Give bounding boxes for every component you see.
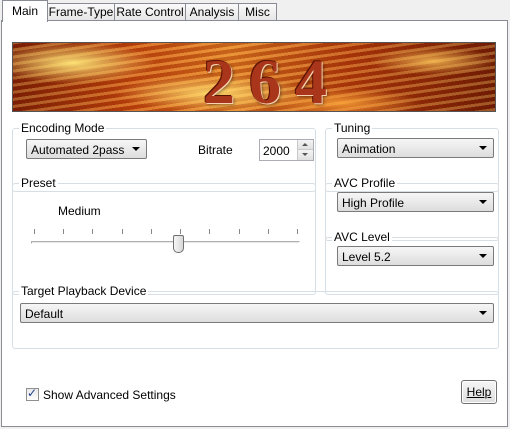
chevron-down-icon (132, 147, 140, 151)
encoding-mode-value: Automated 2pass (31, 143, 125, 157)
avc-profile-value: High Profile (342, 196, 405, 210)
show-advanced-checkbox[interactable]: ✓ (26, 386, 39, 401)
target-device-value: Default (25, 307, 64, 321)
slider-tick (122, 229, 123, 234)
spin-down-icon[interactable] (298, 150, 313, 160)
chevron-down-icon (479, 200, 487, 204)
tab-analysis[interactable]: Analysis (185, 3, 239, 21)
tab-strip: Main Frame-Type Rate Control Analysis Mi… (0, 0, 510, 22)
bitrate-label: Bitrate (198, 143, 233, 157)
preset-group: Preset (12, 176, 316, 295)
slider-tick (92, 229, 93, 234)
banner-logo-text: 264 (203, 46, 341, 112)
slider-tick (268, 229, 269, 234)
avc-profile-dropdown[interactable]: High Profile (337, 192, 494, 212)
avc-profile-label: AVC Profile (332, 176, 398, 190)
avc-level-dropdown[interactable]: Level 5.2 (337, 246, 494, 266)
tuning-value: Animation (342, 142, 396, 156)
avc-level-value: Level 5.2 (342, 250, 391, 264)
bitrate-value: 2000 (263, 144, 290, 158)
slider-tick (209, 229, 210, 234)
preset-slider-track[interactable] (31, 241, 300, 244)
spinner-buttons (297, 140, 313, 160)
slider-tick (151, 229, 152, 234)
encoding-mode-label: Encoding Mode (19, 121, 107, 135)
main-tab-panel: 264 Encoding Mode Automated 2pass Bitrat… (1, 20, 508, 427)
preset-value-label: Medium (58, 204, 101, 218)
chevron-down-icon (479, 254, 487, 258)
tab-rate-control[interactable]: Rate Control (114, 3, 186, 21)
slider-tick (63, 229, 64, 234)
chevron-down-icon (479, 146, 487, 150)
target-device-dropdown[interactable]: Default (20, 303, 494, 323)
spin-up-icon[interactable] (298, 140, 313, 150)
help-button-label: Help (466, 385, 492, 399)
tuning-label: Tuning (332, 121, 373, 135)
help-button[interactable]: Help (461, 380, 497, 404)
slider-tick (297, 229, 298, 234)
preset-label: Preset (19, 176, 58, 190)
tab-frame-type[interactable]: Frame-Type (47, 3, 115, 21)
show-advanced-label[interactable]: Show Advanced Settings (43, 388, 176, 402)
checkmark-icon: ✓ (27, 386, 38, 400)
bitrate-spinner[interactable]: 2000 (259, 139, 314, 161)
slider-tick (239, 229, 240, 234)
tab-main[interactable]: Main (2, 0, 48, 22)
encoding-mode-dropdown[interactable]: Automated 2pass (26, 139, 147, 159)
preset-slider-thumb[interactable] (173, 235, 184, 253)
target-device-label: Target Playback Device (19, 284, 149, 298)
slider-tick (180, 229, 181, 234)
slider-tick (34, 229, 35, 234)
chevron-down-icon (479, 311, 487, 315)
tab-misc[interactable]: Misc (238, 3, 277, 21)
tuning-dropdown[interactable]: Animation (337, 138, 494, 158)
avc-level-label: AVC Level (332, 230, 392, 244)
x264-banner-image: 264 (12, 42, 496, 112)
